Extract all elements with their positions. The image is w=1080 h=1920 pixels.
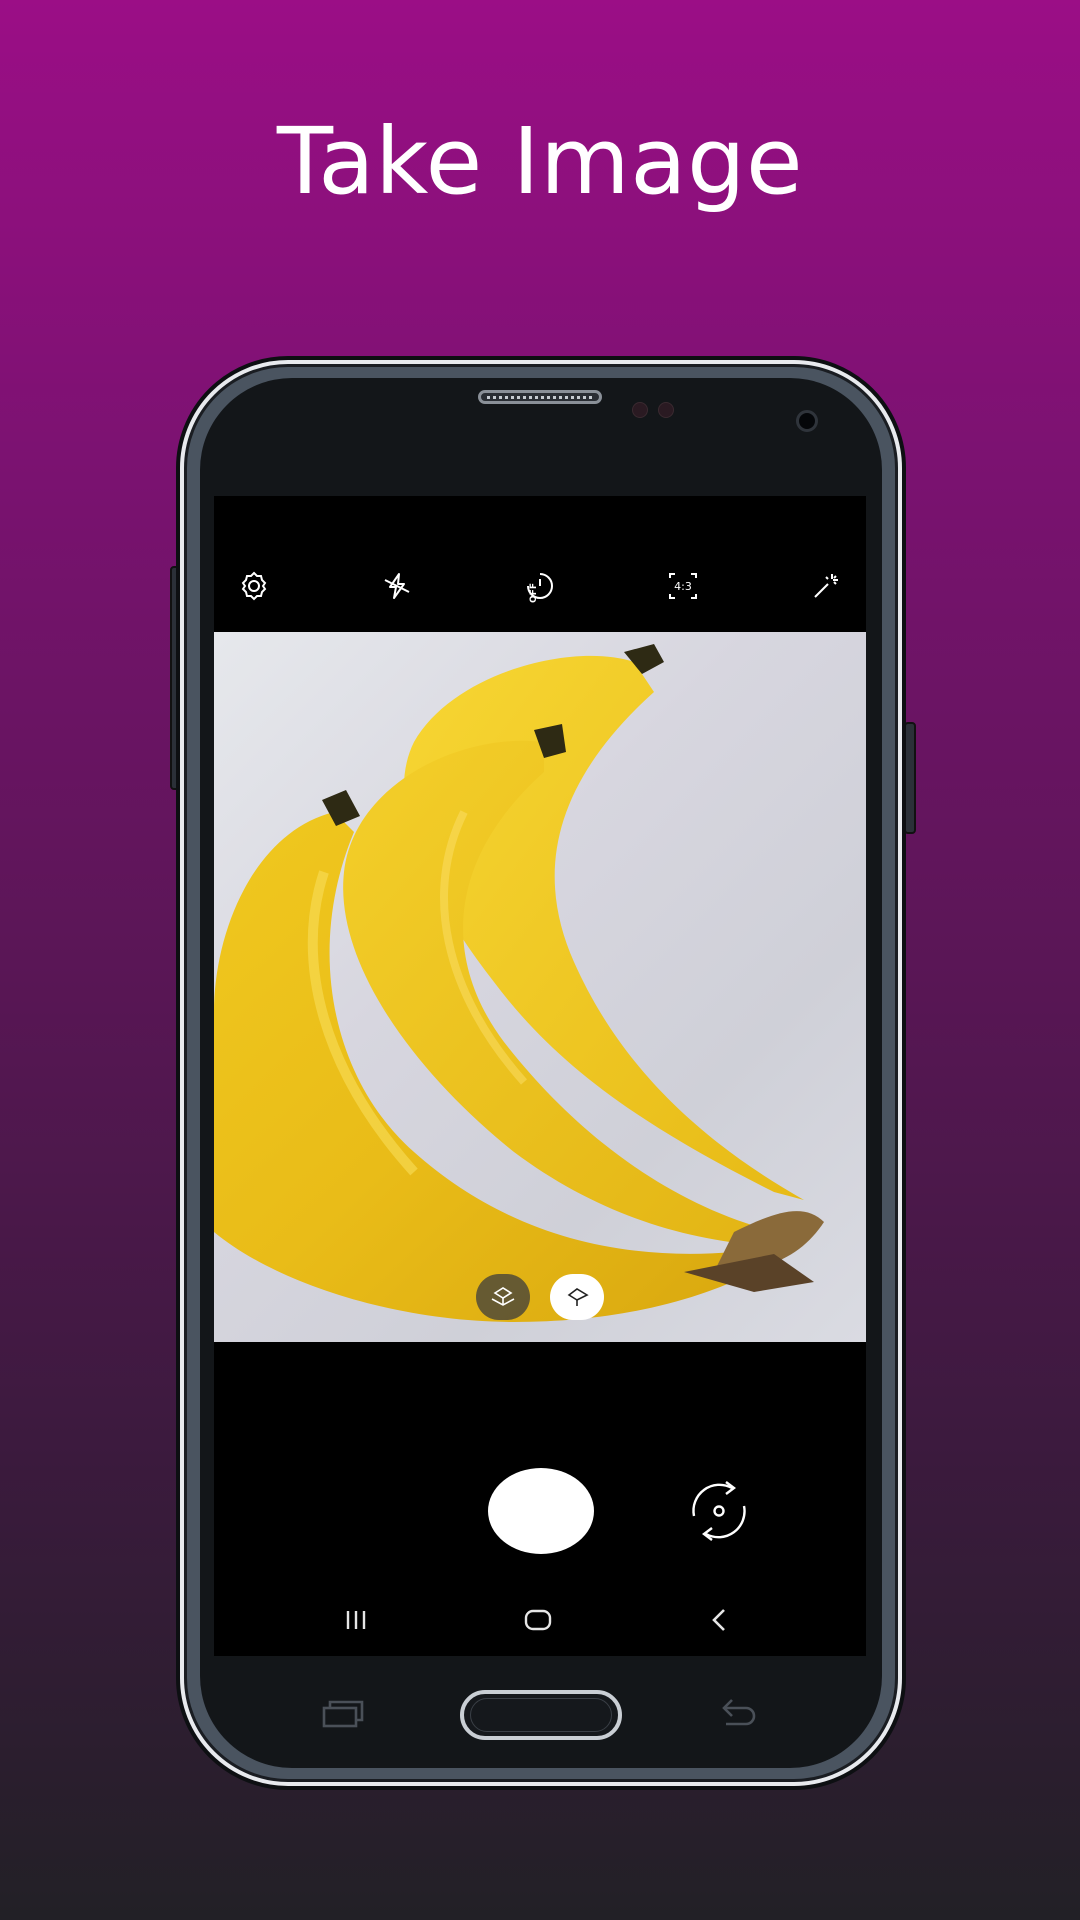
earpiece-speaker <box>478 390 602 404</box>
hardware-recent-apps-icon <box>322 1700 364 1728</box>
ultra-wide-lens-button[interactable] <box>476 1274 530 1320</box>
hardware-back-key[interactable] <box>716 1694 760 1733</box>
hardware-recent-apps-key[interactable] <box>320 1696 366 1735</box>
camera-top-bar: OFF 4:3 <box>214 556 866 616</box>
camera-viewfinder[interactable] <box>214 632 866 1342</box>
ultra-wide-lens-icon <box>491 1287 515 1306</box>
hardware-back-icon <box>722 1699 756 1726</box>
front-camera <box>796 410 818 432</box>
switch-camera-button[interactable] <box>680 1472 758 1550</box>
wide-lens-button[interactable] <box>550 1274 604 1320</box>
recent-apps-button[interactable] <box>336 1600 376 1640</box>
proximity-sensor <box>632 402 648 418</box>
shutter-button[interactable] <box>488 1468 594 1554</box>
home-icon <box>524 1609 552 1631</box>
home-button[interactable] <box>518 1600 558 1640</box>
back-icon <box>712 1609 725 1631</box>
light-sensor <box>658 402 674 418</box>
viewfinder-image <box>214 644 824 1322</box>
aspect-ratio-icon[interactable]: 4:3 <box>665 568 701 604</box>
aspect-ratio-label: 4:3 <box>674 579 692 593</box>
back-button[interactable] <box>700 1600 740 1640</box>
phone-screen: OFF 4:3 <box>214 496 866 1656</box>
timer-off-icon[interactable]: OFF <box>522 568 558 604</box>
recent-apps-icon <box>346 1611 366 1629</box>
flash-off-icon[interactable] <box>379 568 415 604</box>
effects-icon[interactable] <box>808 568 844 604</box>
timer-off-label: OFF <box>528 583 539 603</box>
settings-icon[interactable] <box>236 568 272 604</box>
home-key[interactable] <box>460 1690 622 1740</box>
wide-lens-icon <box>567 1288 589 1306</box>
page-title: Take Image <box>276 108 804 215</box>
switch-camera-icon <box>692 1481 746 1541</box>
software-nav-bar <box>214 1586 866 1656</box>
